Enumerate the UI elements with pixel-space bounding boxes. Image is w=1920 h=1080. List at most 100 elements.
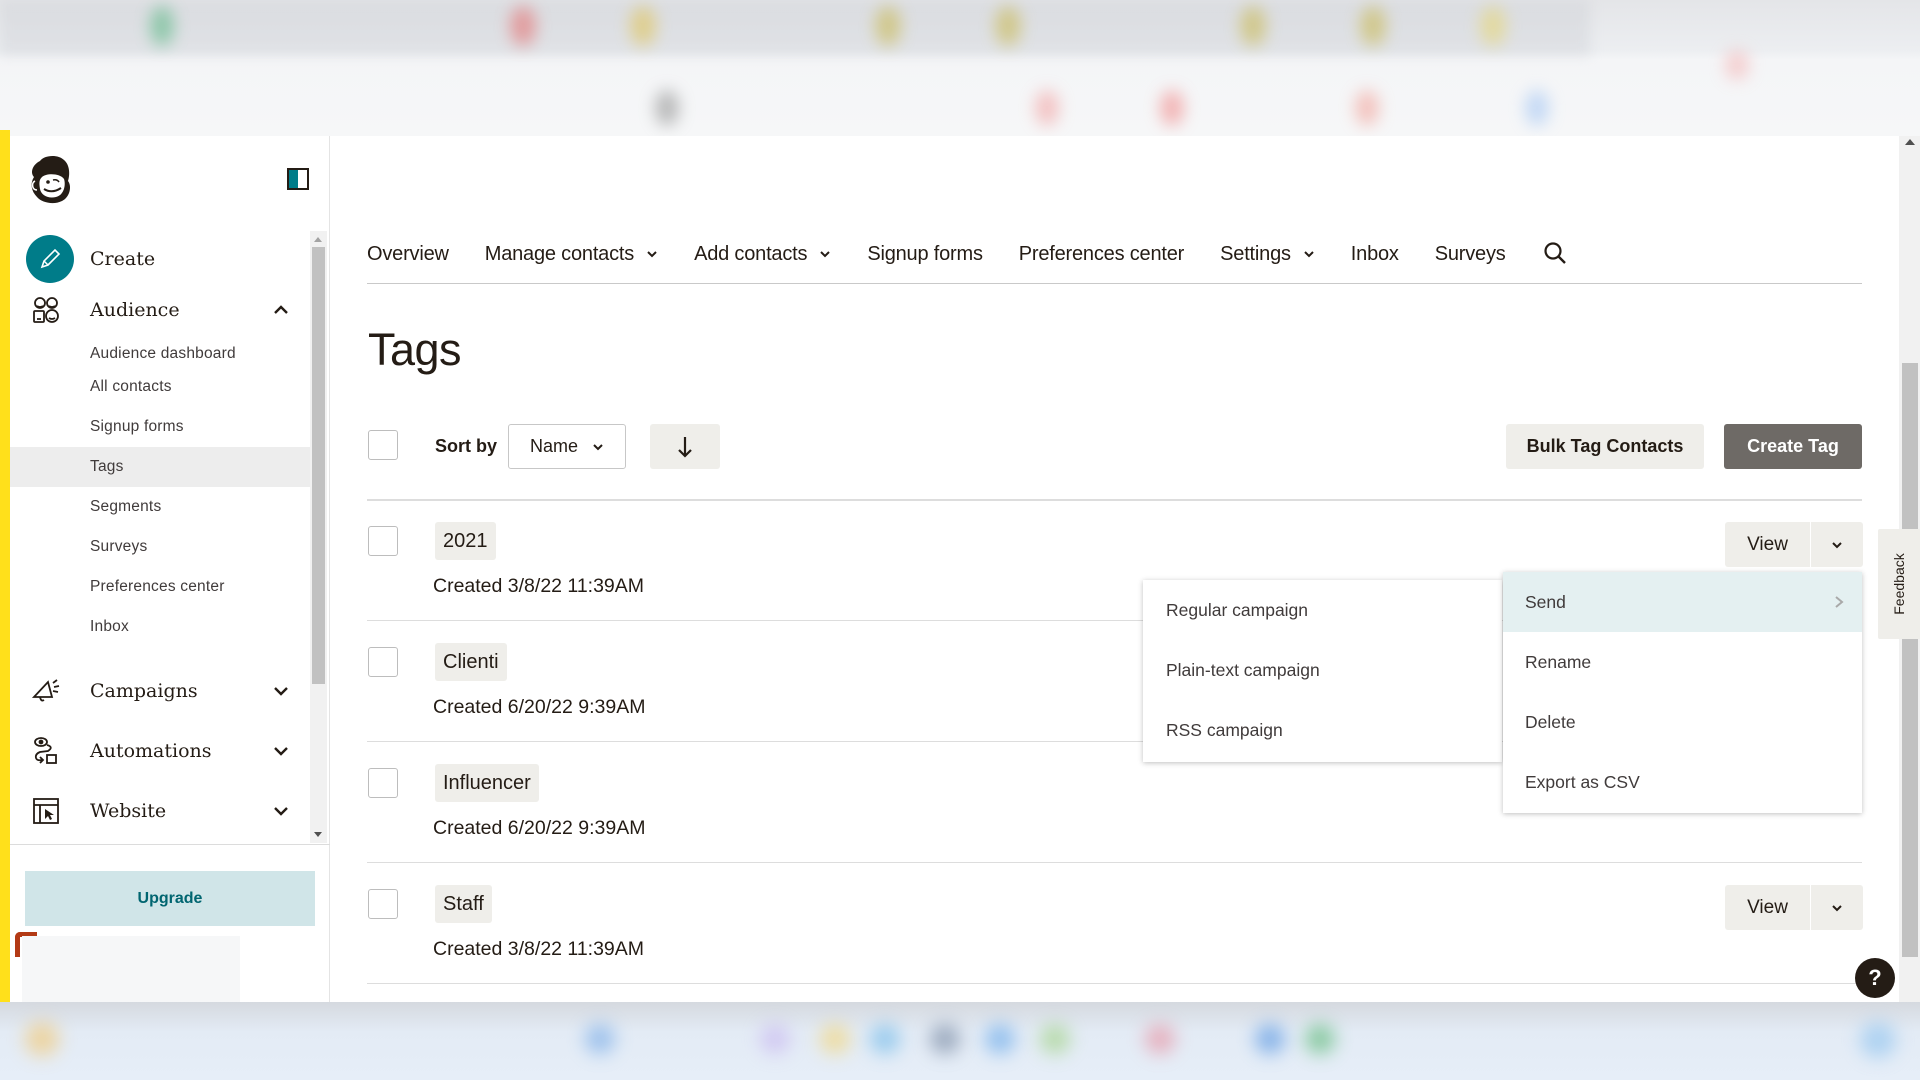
tab-preferences-center[interactable]: Preferences center — [1018, 236, 1185, 272]
sidebar-item-label: Segments — [90, 498, 162, 515]
sidebar-item-campaigns[interactable]: Campaigns — [10, 663, 310, 719]
account-menu[interactable] — [22, 936, 240, 1002]
page-title: Tags — [368, 324, 462, 375]
feedback-tab[interactable]: Feedback — [1878, 529, 1920, 639]
sidebar-item-label: Preferences center — [90, 578, 225, 595]
row-actions-dropdown-button[interactable] — [1811, 522, 1863, 567]
scroll-up-arrow-icon[interactable] — [1905, 139, 1915, 145]
sidebar-item-tags[interactable]: Tags — [10, 447, 310, 487]
panel-toggle-icon — [289, 170, 298, 188]
menu-item-regular-campaign[interactable]: Regular campaign — [1143, 580, 1502, 640]
create-tag-button[interactable]: Create Tag — [1724, 424, 1862, 469]
chevron-down-icon[interactable] — [272, 682, 290, 700]
scroll-down-arrow-icon[interactable] — [314, 832, 322, 837]
chevron-down-icon[interactable] — [272, 802, 290, 820]
menu-item-plain-text-campaign[interactable]: Plain-text campaign — [1143, 640, 1502, 700]
menu-item-delete[interactable]: Delete — [1503, 692, 1862, 752]
sidebar-item-label: Audience — [90, 299, 180, 321]
tab-inbox[interactable]: Inbox — [1351, 236, 1399, 272]
sort-by-value: Name — [529, 436, 578, 456]
tag-name[interactable]: 2021 — [435, 522, 496, 560]
tab-surveys[interactable]: Surveys — [1435, 236, 1506, 272]
brand-accent-strip — [0, 130, 10, 1002]
arrow-down-icon — [678, 436, 692, 458]
view-button[interactable]: View — [1725, 522, 1810, 567]
row-checkbox[interactable] — [368, 647, 398, 677]
chevron-down-icon — [593, 443, 603, 450]
browser-chrome-blurred — [0, 0, 1920, 136]
menu-item-export-csv[interactable]: Export as CSV — [1503, 752, 1862, 812]
chevron-down-icon — [820, 251, 831, 258]
sidebar-item-audience[interactable]: Audience — [10, 282, 310, 338]
tag-row: Staff Created 3/8/22 11:39AM View — [367, 863, 1863, 984]
audience-icon — [26, 290, 66, 330]
sidebar-item-label: Campaigns — [90, 680, 198, 702]
row-actions-menu: Send Rename Delete Export as CSV — [1503, 572, 1862, 813]
tag-name[interactable]: Influencer — [435, 764, 539, 802]
help-button[interactable]: ? — [1855, 958, 1895, 998]
sidebar-item-label: Website — [90, 800, 167, 822]
row-checkbox[interactable] — [368, 768, 398, 798]
row-actions-dropdown-button[interactable] — [1811, 885, 1863, 930]
sidebar-nav: Create Audience Audience dashboard All c… — [10, 231, 330, 843]
chevron-down-icon — [1304, 251, 1314, 258]
chevron-down-icon — [647, 251, 657, 258]
sidebar-item-all-contacts[interactable]: All contacts — [10, 367, 310, 407]
tab-overview[interactable]: Overview — [367, 236, 449, 272]
sidebar-item-segments[interactable]: Segments — [10, 487, 310, 527]
search-icon[interactable] — [1542, 240, 1568, 266]
tag-created-date: Created 3/8/22 11:39AM — [433, 575, 645, 597]
select-all-checkbox[interactable] — [368, 430, 398, 460]
sidebar-item-automations[interactable]: Automations — [10, 723, 310, 779]
sidebar-divider — [10, 844, 330, 845]
row-checkbox[interactable] — [368, 526, 398, 556]
upgrade-button[interactable]: Upgrade — [25, 871, 315, 926]
mailchimp-logo-icon[interactable] — [26, 153, 76, 205]
sidebar-item-signup-forms[interactable]: Signup forms — [10, 407, 310, 447]
sidebar-collapse-toggle[interactable] — [287, 168, 309, 190]
row-checkbox[interactable] — [368, 889, 398, 919]
sidebar-item-preferences-center[interactable]: Preferences center — [10, 567, 310, 607]
sidebar-scrollbar-thumb[interactable] — [312, 247, 325, 684]
tab-label: Add contacts — [694, 242, 808, 265]
chevron-down-icon — [1832, 541, 1842, 548]
tab-label: Manage contacts — [484, 242, 635, 265]
sidebar-item-surveys[interactable]: Surveys — [10, 527, 310, 567]
taskbar-blurred — [0, 1002, 1920, 1080]
main-content: Overview Manage contacts Add contacts Si… — [331, 136, 1899, 1002]
bulk-tag-contacts-button[interactable]: Bulk Tag Contacts — [1506, 424, 1704, 469]
chevron-up-icon[interactable] — [272, 301, 290, 319]
tab-signup-forms[interactable]: Signup forms — [867, 236, 983, 272]
megaphone-icon — [26, 671, 66, 711]
chevron-down-icon[interactable] — [272, 742, 290, 760]
tab-label: Surveys — [1434, 242, 1506, 265]
sidebar-item-website[interactable]: Website — [10, 783, 310, 839]
view-button[interactable]: View — [1725, 885, 1810, 930]
page-scrollbar-thumb[interactable] — [1902, 363, 1918, 957]
tab-label: Inbox — [1350, 242, 1399, 265]
tag-name[interactable]: Staff — [435, 885, 492, 923]
tab-label: Overview — [367, 242, 449, 265]
automation-flow-icon — [26, 731, 66, 771]
menu-item-send[interactable]: Send — [1503, 572, 1862, 632]
sidebar-item-label: Automations — [90, 740, 212, 762]
tab-label: Preferences center — [1018, 242, 1185, 265]
website-cursor-icon — [26, 791, 66, 831]
sort-direction-button[interactable] — [650, 424, 720, 469]
tag-created-date: Created 6/20/22 9:39AM — [433, 817, 646, 839]
sidebar-item-label: Create — [90, 248, 156, 270]
sidebar-item-inbox[interactable]: Inbox — [10, 607, 310, 647]
menu-item-rename[interactable]: Rename — [1503, 632, 1862, 692]
tab-label: Signup forms — [867, 242, 983, 265]
tab-settings[interactable]: Settings — [1220, 236, 1315, 272]
tag-name[interactable]: Clienti — [435, 643, 507, 681]
tab-add-contacts[interactable]: Add contacts — [694, 236, 831, 272]
sort-by-select[interactable]: Name — [508, 424, 626, 469]
sidebar-item-label: All contacts — [90, 378, 172, 395]
sidebar-item-create[interactable]: Create — [10, 231, 310, 287]
menu-item-rss-campaign[interactable]: RSS campaign — [1143, 700, 1502, 760]
scroll-up-arrow-icon[interactable] — [314, 237, 322, 242]
tab-manage-contacts[interactable]: Manage contacts — [485, 236, 658, 272]
sidebar-scrollbar[interactable] — [310, 231, 327, 843]
send-submenu: Regular campaign Plain-text campaign RSS… — [1143, 580, 1502, 762]
